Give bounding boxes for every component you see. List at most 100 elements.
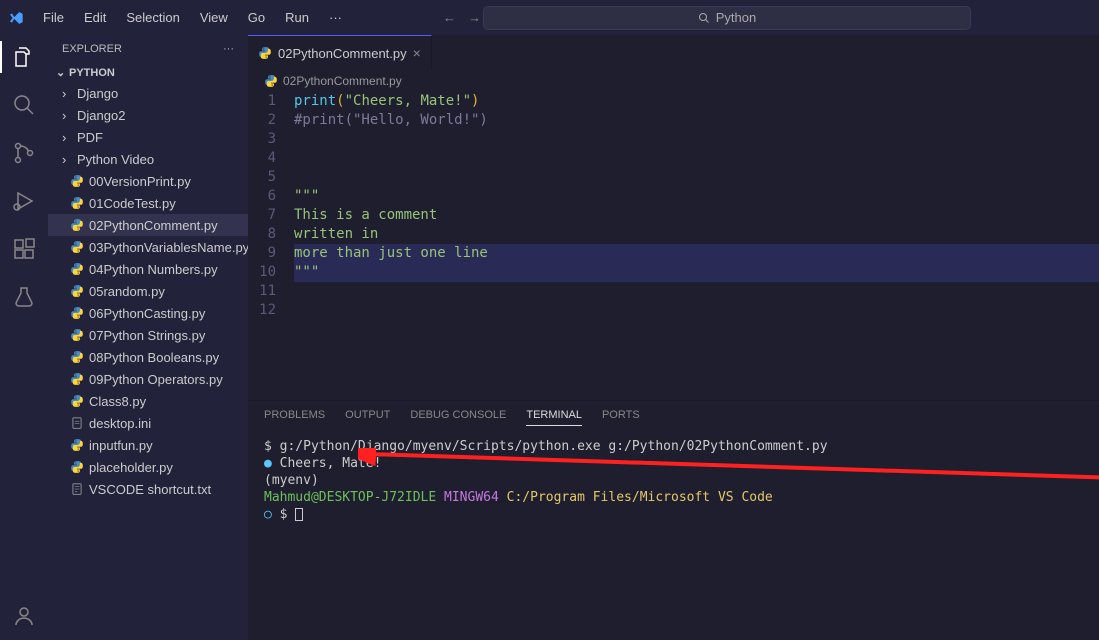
python-file-icon [258, 46, 272, 60]
file-item[interactable]: VSCODE shortcut.txt [48, 478, 248, 500]
code-editor[interactable]: 123456789101112 print("Cheers, Mate!") #… [248, 92, 1099, 400]
menu-view[interactable]: View [191, 6, 237, 29]
line-number: 8 [248, 225, 276, 244]
file-tree: ›Django›Django2›PDF›Python Video00Versio… [48, 82, 248, 640]
folder-item[interactable]: ›Django [48, 82, 248, 104]
file-item[interactable]: 09Python Operators.py [48, 368, 248, 390]
panel-tab-problems[interactable]: PROBLEMS [264, 409, 325, 426]
tree-item-label: 02PythonComment.py [89, 218, 218, 233]
tree-item-label: placeholder.py [89, 460, 173, 475]
file-item[interactable]: 02PythonComment.py [48, 214, 248, 236]
folder-item[interactable]: › Python Video [48, 148, 248, 170]
tree-item-label: desktop.ini [89, 416, 151, 431]
menu-file[interactable]: File [34, 6, 73, 29]
line-number: 1 [248, 92, 276, 111]
panel-tab-output[interactable]: OUTPUT [345, 409, 390, 426]
file-item[interactable]: inputfun.py [48, 434, 248, 456]
activity-search-icon[interactable] [12, 93, 36, 117]
file-item[interactable]: 07Python Strings.py [48, 324, 248, 346]
menu-selection[interactable]: Selection [117, 6, 188, 29]
line-number: 2 [248, 111, 276, 130]
file-item[interactable]: 06PythonCasting.py [48, 302, 248, 324]
line-number: 9 [248, 244, 276, 263]
menu-edit[interactable]: Edit [75, 6, 115, 29]
menu-more-icon[interactable]: ··· [320, 6, 351, 29]
editor-tab[interactable]: 02PythonComment.py × [248, 35, 432, 70]
terminal-prompt: $ [280, 507, 296, 522]
file-item[interactable]: 01CodeTest.py [48, 192, 248, 214]
python-file-icon [264, 74, 278, 88]
sidebar-explorer: EXPLORER ··· ⌄ PYTHON ›Django›Django2›PD… [48, 35, 248, 640]
editor-tabs: 02PythonComment.py × [248, 35, 1099, 70]
python-file-icon [70, 196, 84, 210]
line-number: 7 [248, 206, 276, 225]
activity-source-control-icon[interactable] [12, 141, 36, 165]
close-icon[interactable]: × [413, 45, 421, 61]
terminal-cursor [295, 508, 303, 521]
tree-item-label: VSCODE shortcut.txt [89, 482, 211, 497]
nav-forward-icon[interactable]: → [468, 10, 481, 25]
panel-tab-debug-console[interactable]: DEBUG CONSOLE [410, 409, 506, 426]
chevron-right-icon: › [62, 130, 72, 145]
line-number: 11 [248, 282, 276, 301]
file-item[interactable]: 03PythonVariablesName.py [48, 236, 248, 258]
terminal-command: $ g:/Python/Django/myenv/Scripts/python.… [264, 438, 1083, 455]
tree-item-label: 06PythonCasting.py [89, 306, 205, 321]
panel-tab-terminal[interactable]: TERMINAL [526, 409, 582, 426]
file-item[interactable]: 00VersionPrint.py [48, 170, 248, 192]
breadcrumb-label: 02PythonComment.py [283, 74, 402, 88]
search-icon [698, 12, 710, 24]
activity-bar [0, 35, 48, 640]
folder-item[interactable]: › PDF [48, 126, 248, 148]
python-file-icon [70, 174, 84, 188]
terminal-path: C:/Program Files/Microsoft VS Code [507, 490, 773, 505]
chevron-right-icon: › [62, 152, 72, 167]
folder-item[interactable]: ›Django2 [48, 104, 248, 126]
file-item[interactable]: placeholder.py [48, 456, 248, 478]
tree-item-label: 03PythonVariablesName.py [89, 240, 248, 255]
tree-item-label: Django [77, 86, 118, 101]
tree-item-label: 01CodeTest.py [89, 196, 176, 211]
editor-area: 02PythonComment.py × 02PythonComment.py … [248, 35, 1099, 640]
tree-item-label: PDF [77, 130, 103, 145]
terminal[interactable]: $ g:/Python/Django/myenv/Scripts/python.… [248, 434, 1099, 640]
title-bar: File Edit Selection View Go Run ··· ← → … [0, 0, 1099, 35]
tree-item-label: 04Python Numbers.py [89, 262, 218, 277]
panel-tab-ports[interactable]: PORTS [602, 409, 640, 426]
file-item[interactable]: 05random.py [48, 280, 248, 302]
file-item[interactable]: Class8.py [48, 390, 248, 412]
line-number-gutter: 123456789101112 [248, 92, 294, 400]
file-item[interactable]: desktop.ini [48, 412, 248, 434]
tree-item-label: 05random.py [89, 284, 165, 299]
python-file-icon [70, 306, 84, 320]
python-file-icon [70, 240, 84, 254]
menu-run[interactable]: Run [276, 6, 318, 29]
line-number: 6 [248, 187, 276, 206]
python-file-icon [70, 372, 84, 386]
menu-go[interactable]: Go [239, 6, 274, 29]
nav-back-icon[interactable]: ← [443, 10, 456, 25]
activity-explorer-icon[interactable] [12, 45, 36, 69]
tree-item-label: Class8.py [89, 394, 146, 409]
activity-account-icon[interactable] [12, 604, 36, 628]
tree-item-label: inputfun.py [89, 438, 153, 453]
chevron-down-icon: ⌄ [56, 66, 66, 79]
activity-run-debug-icon[interactable] [12, 189, 36, 213]
file-item[interactable]: 08Python Booleans.py [48, 346, 248, 368]
tree-item-label: Python Video [77, 152, 154, 167]
panel-tabs: PROBLEMS OUTPUT DEBUG CONSOLE TERMINAL PORTS [248, 401, 1099, 434]
breadcrumb[interactable]: 02PythonComment.py [248, 70, 1099, 92]
text-file-icon [70, 482, 84, 496]
file-item[interactable]: 04Python Numbers.py [48, 258, 248, 280]
sidebar-title: EXPLORER [62, 43, 122, 55]
chevron-right-icon: › [62, 108, 72, 123]
command-center-search[interactable]: Python [483, 6, 971, 30]
folder-root[interactable]: ⌄ PYTHON [48, 63, 248, 82]
python-file-icon [70, 438, 84, 452]
python-file-icon [70, 262, 84, 276]
activity-extensions-icon[interactable] [12, 237, 36, 261]
code-content[interactable]: print("Cheers, Mate!") #print("Hello, Wo… [294, 92, 1099, 400]
sidebar-more-icon[interactable]: ··· [223, 43, 234, 55]
activity-testing-icon[interactable] [12, 285, 36, 309]
search-placeholder-text: Python [716, 10, 756, 25]
